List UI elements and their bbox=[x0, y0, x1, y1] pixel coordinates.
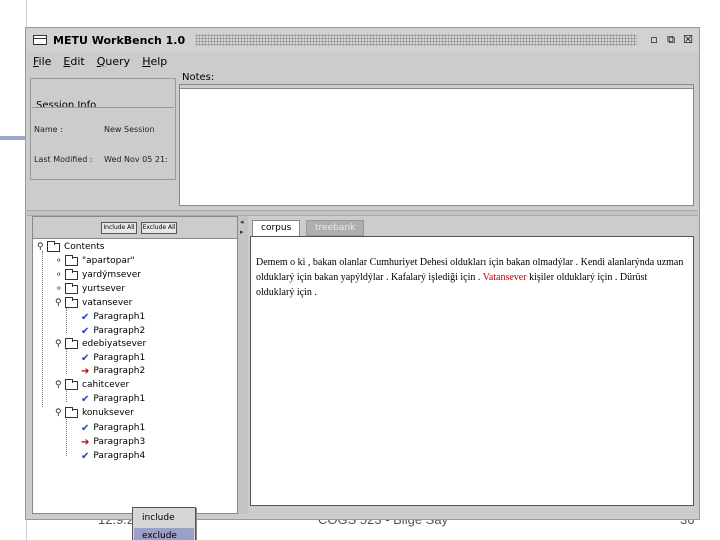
include-all-button[interactable]: Include All bbox=[101, 222, 137, 234]
session-modified-label: Last Modified : bbox=[34, 155, 93, 164]
expand-toggle-icon[interactable]: ⚬ bbox=[55, 284, 65, 294]
tab-treebank[interactable]: treebank bbox=[306, 220, 365, 236]
window-title: METU WorkBench 1.0 bbox=[53, 33, 186, 47]
tree-node-label: Paragraph1 bbox=[93, 312, 146, 322]
tree-leaf-paragraph[interactable]: ✔ Paragraph1 bbox=[81, 392, 145, 406]
folder-icon bbox=[65, 337, 78, 349]
tree-node-yardimsever[interactable]: ⚬ yardýmsever bbox=[55, 268, 141, 282]
menu-bar: File Edit Query Help bbox=[27, 52, 698, 70]
checkmark-icon: ✔ bbox=[81, 450, 90, 462]
exclude-all-button[interactable]: Exclude All bbox=[141, 222, 177, 234]
title-bar[interactable]: METU WorkBench 1.0 ▫ ⧉ ☒ bbox=[27, 29, 698, 51]
collapse-toggle-icon[interactable]: ⚲ bbox=[55, 339, 65, 349]
title-bar-grip bbox=[195, 34, 637, 46]
tree-node-label: Paragraph3 bbox=[93, 437, 146, 447]
tree-node-label: edebiyatsever bbox=[82, 339, 147, 349]
tree-node-label: cahitcever bbox=[82, 380, 130, 390]
minimize-icon[interactable]: ▫ bbox=[647, 33, 661, 47]
notes-textarea[interactable] bbox=[180, 89, 693, 205]
notes-panel bbox=[179, 84, 694, 206]
tree-leaf-paragraph[interactable]: ✔ Paragraph1 bbox=[81, 351, 145, 365]
splitter-left-arrow-icon[interactable]: ◂ bbox=[240, 218, 244, 226]
tree-guide-root bbox=[42, 251, 43, 407]
excluded-arrow-icon: ➔ bbox=[81, 436, 90, 448]
folder-icon bbox=[65, 378, 78, 390]
corpus-document-view[interactable]: Demem o ki , bakan olanlar Cumhuriyet De… bbox=[250, 236, 694, 506]
tree-node-yurtsever[interactable]: ⚬ yurtsever bbox=[55, 282, 125, 296]
tree-node-label: Paragraph1 bbox=[93, 353, 146, 363]
tree-node-cahitcever[interactable]: ⚲ cahitcever bbox=[55, 378, 129, 392]
folder-icon bbox=[65, 254, 78, 266]
checkmark-icon: ✔ bbox=[81, 311, 90, 323]
menu-edit[interactable]: Edit bbox=[63, 55, 84, 68]
folder-icon bbox=[65, 282, 78, 294]
menu-query[interactable]: Query bbox=[97, 55, 130, 68]
collapse-toggle-icon[interactable]: ⚲ bbox=[37, 242, 47, 252]
tree-node-label: Paragraph4 bbox=[93, 451, 146, 461]
collapse-toggle-icon[interactable]: ⚲ bbox=[55, 408, 65, 418]
checkmark-icon: ✔ bbox=[81, 352, 90, 364]
slide-decoration-bar bbox=[0, 136, 26, 140]
checkmark-icon: ✔ bbox=[81, 393, 90, 405]
tree-leaf-paragraph[interactable]: ✔ Paragraph1 bbox=[81, 421, 145, 435]
tree-node-label: Paragraph2 bbox=[93, 326, 146, 336]
tree-leaf-paragraph[interactable]: ✔ Paragraph1 bbox=[81, 310, 145, 324]
collapse-toggle-icon[interactable]: ⚲ bbox=[55, 298, 65, 308]
tree-guide-konuksever bbox=[66, 414, 67, 456]
collapse-toggle-icon[interactable]: ⚲ bbox=[55, 380, 65, 390]
context-menu: include exclude remove bbox=[132, 507, 196, 540]
expand-toggle-icon[interactable]: ⚬ bbox=[55, 270, 65, 280]
tree-node-label: vatansever bbox=[82, 298, 133, 308]
tree-node-konuksever[interactable]: ⚲ konuksever bbox=[55, 406, 134, 420]
tree-node-label: Paragraph2 bbox=[93, 366, 146, 376]
tree-node-label: konuksever bbox=[82, 408, 134, 418]
app-window: METU WorkBench 1.0 ▫ ⧉ ☒ File Edit Query… bbox=[25, 27, 700, 540]
context-menu-exclude[interactable]: exclude bbox=[134, 528, 194, 540]
tab-corpus[interactable]: corpus bbox=[252, 220, 301, 236]
tree-node-apartopar[interactable]: ⚬ "apartopar" bbox=[55, 254, 135, 268]
tree-leaf-paragraph[interactable]: ➔ Paragraph3 bbox=[81, 435, 145, 449]
expand-toggle-icon[interactable]: ⚬ bbox=[55, 256, 65, 266]
session-name-value: New Session bbox=[104, 125, 155, 134]
tree-toolbar: Include All Exclude All bbox=[33, 217, 237, 239]
session-info-panel: Session Info Name : New Session Last Mod… bbox=[30, 78, 176, 180]
context-menu-include[interactable]: include bbox=[134, 510, 194, 526]
document-text: Demem o ki , bakan olanlar Cumhuriyet De… bbox=[256, 255, 686, 300]
menu-help[interactable]: Help bbox=[142, 55, 167, 68]
tree-node-label: "apartopar" bbox=[82, 256, 135, 266]
tree-node-label: yurtsever bbox=[82, 284, 126, 294]
tree-leaf-paragraph[interactable]: ✔ Paragraph2 bbox=[81, 324, 145, 338]
document-highlight: Vatansever bbox=[482, 272, 527, 283]
folder-icon bbox=[47, 240, 60, 252]
folder-icon bbox=[65, 268, 78, 280]
folder-icon bbox=[65, 296, 78, 308]
tree-root[interactable]: ⚲ Contents bbox=[37, 240, 104, 254]
menu-file[interactable]: File bbox=[33, 55, 51, 68]
maximize-icon[interactable]: ⧉ bbox=[664, 33, 678, 47]
tree-node-label: Paragraph1 bbox=[93, 394, 146, 404]
session-modified-value: Wed Nov 05 21: bbox=[104, 155, 168, 164]
vertical-splitter[interactable]: ◂ ▸ bbox=[238, 216, 248, 514]
session-name-label: Name : bbox=[34, 125, 63, 134]
tree-node-vatansever[interactable]: ⚲ vatansever bbox=[55, 296, 132, 310]
tree-node-edebiyatsever[interactable]: ⚲ edebiyatsever bbox=[55, 337, 146, 351]
close-icon[interactable]: ☒ bbox=[681, 33, 695, 47]
window-menu-icon[interactable] bbox=[33, 35, 47, 45]
tree-node-label: Contents bbox=[64, 242, 105, 252]
splitter-right-arrow-icon[interactable]: ▸ bbox=[240, 228, 244, 236]
tree-leaf-paragraph[interactable]: ✔ Paragraph4 bbox=[81, 449, 145, 463]
contents-tree-panel: Include All Exclude All ⚲ Contents ⚬ "ap… bbox=[32, 216, 238, 540]
tree-node-label: yardýmsever bbox=[82, 270, 141, 280]
folder-icon bbox=[65, 406, 78, 418]
tree-node-label: Paragraph1 bbox=[93, 423, 146, 433]
session-info-content: Name : New Session Last Modified : Wed N… bbox=[32, 107, 174, 178]
checkmark-icon: ✔ bbox=[81, 325, 90, 337]
excluded-arrow-icon: ➔ bbox=[81, 365, 90, 377]
checkmark-icon: ✔ bbox=[81, 422, 90, 434]
tree-leaf-paragraph[interactable]: ➔ Paragraph2 bbox=[81, 364, 145, 378]
notes-label: Notes: bbox=[182, 72, 215, 83]
